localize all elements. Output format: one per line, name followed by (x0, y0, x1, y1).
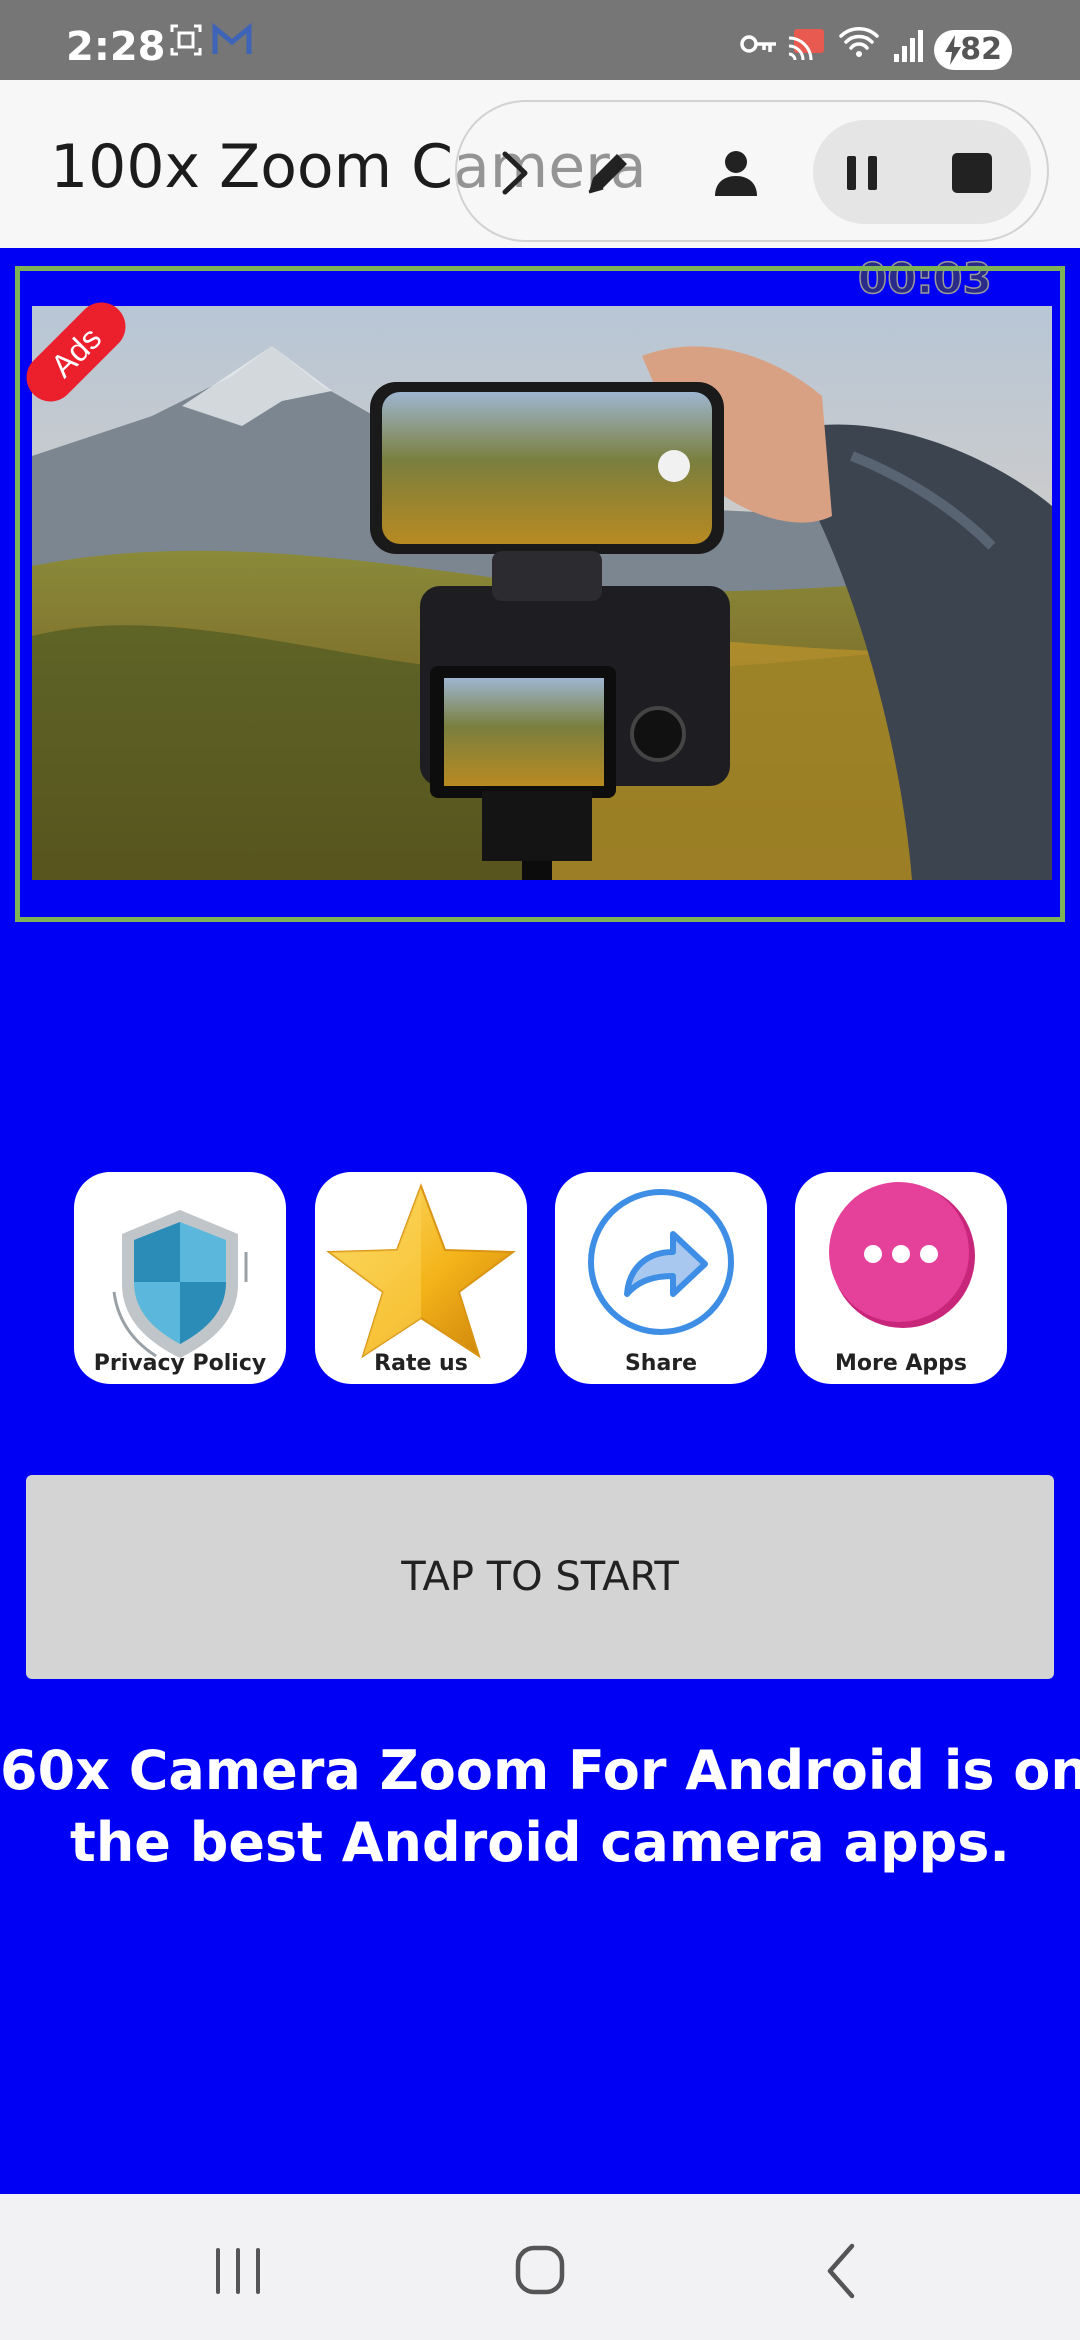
privacy-policy-tile[interactable]: Privacy Policy (74, 1172, 286, 1384)
chevron-right-icon[interactable] (481, 140, 547, 206)
home-icon[interactable] (500, 2236, 580, 2306)
share-tile[interactable]: Share (555, 1172, 767, 1384)
ads-badge: Ads (24, 298, 134, 408)
signal-icon (894, 30, 923, 62)
tap-to-start-button[interactable]: TAP TO START (26, 1475, 1054, 1679)
tagline-line-2: the best Android camera apps. (70, 1811, 1010, 1874)
person-icon[interactable] (703, 140, 769, 206)
privacy-policy-label: Privacy Policy (93, 1351, 267, 1376)
tagline: 60x Camera Zoom For Android is one of th… (0, 1735, 1080, 1879)
screenshot-icon (170, 24, 202, 56)
pencil-icon[interactable] (575, 140, 641, 206)
navigation-bar (0, 2194, 1080, 2340)
tagline-line-1: 60x Camera Zoom For Android is one of (0, 1739, 1080, 1802)
stop-icon[interactable] (939, 140, 1005, 206)
screen: 2:28 82 100x Zoom Camera 00:03 Ads Priva… (0, 0, 1080, 2340)
battery-icon: 82 (934, 30, 1012, 70)
more-apps-label: More Apps (834, 1351, 968, 1376)
status-time: 2:28 (66, 24, 166, 70)
wifi-icon (839, 27, 879, 57)
recent-apps-icon[interactable] (198, 2236, 278, 2306)
back-icon[interactable] (802, 2236, 882, 2306)
battery-level: 82 (960, 32, 1002, 67)
ads-badge-label: Ads (24, 298, 134, 408)
status-bar: 2:28 82 (0, 0, 1080, 80)
rate-us-label: Rate us (374, 1351, 468, 1376)
pause-icon[interactable] (829, 140, 895, 206)
ad-banner-image[interactable] (32, 306, 1052, 880)
gmail-icon (212, 22, 252, 54)
share-label: Share (624, 1351, 698, 1376)
cast-icon (788, 29, 824, 61)
screen-recorder-controls (455, 100, 1049, 242)
recording-controls-pill (813, 120, 1031, 224)
more-apps-tile[interactable]: More Apps (795, 1172, 1007, 1384)
vpn-key-icon (740, 35, 776, 53)
rate-us-tile[interactable]: Rate us (315, 1172, 527, 1384)
